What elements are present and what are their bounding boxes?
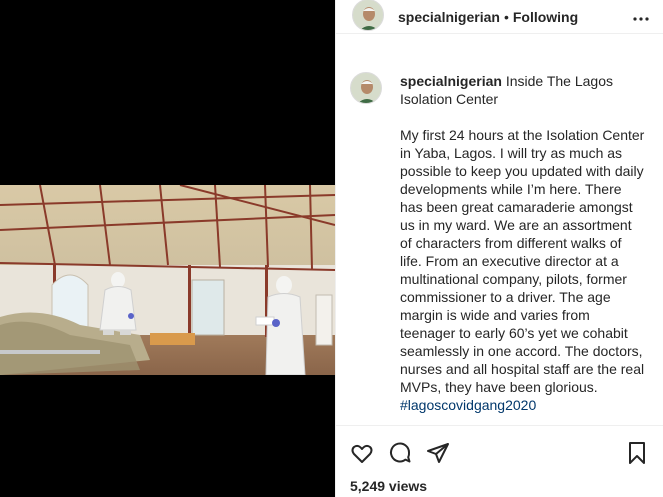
share-button[interactable] [426, 441, 450, 465]
instagram-post: specialnigerian • Following specialniger… [0, 0, 663, 497]
comment-button[interactable] [388, 441, 412, 465]
following-button[interactable]: Following [513, 9, 578, 25]
post-header: specialnigerian • Following [336, 0, 663, 34]
video-frame[interactable] [0, 185, 335, 375]
like-button[interactable] [350, 441, 374, 465]
video-player[interactable] [0, 0, 335, 497]
avatar[interactable] [352, 0, 384, 31]
profile-photo-icon [353, 0, 383, 30]
share-icon [427, 443, 449, 463]
caption-avatar[interactable] [350, 72, 382, 104]
post-sidebar: specialnigerian • Following specialniger… [335, 0, 663, 497]
view-count[interactable]: 5,249 views [350, 478, 649, 494]
caption-username[interactable]: specialnigerian [400, 73, 502, 89]
profile-photo-icon [351, 73, 381, 103]
comment-icon [390, 442, 411, 463]
action-bar [350, 426, 649, 480]
post-actions-area: 5,249 views [336, 425, 663, 497]
more-options-icon[interactable] [633, 8, 649, 26]
hashtag-link[interactable]: #lagoscovidgang2020 [400, 396, 647, 414]
caption-text: My first 24 hours at the Isolation Cente… [400, 127, 649, 395]
bookmark-icon [629, 442, 645, 464]
caption-body: specialnigerian Inside The Lagos Isolati… [400, 72, 647, 414]
caption: specialnigerian Inside The Lagos Isolati… [350, 72, 647, 414]
ellipsis-icon [633, 16, 649, 21]
heart-icon [351, 444, 373, 463]
isolation-ward-video-still [0, 185, 335, 375]
save-button[interactable] [625, 441, 649, 465]
header-username[interactable]: specialnigerian [398, 9, 500, 25]
comments-section[interactable]: specialnigerian Inside The Lagos Isolati… [336, 60, 663, 425]
header-separator: • [503, 8, 509, 25]
